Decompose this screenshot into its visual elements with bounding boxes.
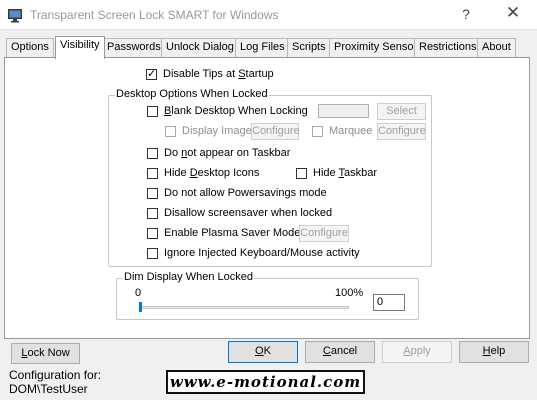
configure-marquee-button[interactable]: Configure — [377, 123, 426, 140]
close-icon[interactable]: ✕ — [503, 3, 523, 23]
dim-display-group: Dim Display When Locked 0 100% 0 — [116, 271, 419, 320]
marquee-label: Marquee — [329, 125, 373, 137]
desktop-options-group: Desktop Options When Locked Blank Deskto… — [108, 88, 432, 267]
not-appear-taskbar-checkbox[interactable]: Do not appear on Taskbar — [147, 147, 290, 159]
hide-desktop-icons-label: Hide Desktop Icons — [164, 167, 260, 179]
help-button[interactable]: Help — [459, 341, 529, 363]
configuration-user: DOM\TestUser — [9, 382, 88, 396]
checkbox-box — [147, 207, 158, 219]
tab-log-files[interactable]: Log Files — [235, 38, 290, 57]
disable-tips-label: Disable Tips at Startup — [163, 68, 274, 80]
watermark-banner: www.e-motional.com — [166, 370, 365, 394]
dim-slider-track[interactable] — [139, 306, 349, 309]
display-image-checkbox[interactable]: Display Image — [165, 125, 252, 137]
configure-image-button[interactable]: Configure — [251, 123, 300, 140]
visibility-tab-panel: ✓ Disable Tips at Startup Desktop Option… — [4, 57, 530, 339]
ok-button[interactable]: OK — [228, 341, 298, 363]
checkbox-box — [147, 167, 158, 179]
lock-now-button[interactable]: Lock Now — [11, 343, 80, 364]
checkbox-box — [296, 167, 307, 179]
checkbox-box — [147, 105, 158, 117]
display-image-label: Display Image — [182, 125, 252, 137]
dim-min-label: 0 — [135, 287, 142, 299]
plasma-saver-checkbox[interactable]: Enable Plasma Saver Mode — [147, 227, 300, 239]
title-bar: Transparent Screen Lock SMART for Window… — [0, 0, 537, 30]
dim-value-input[interactable]: 0 — [373, 294, 405, 311]
tab-proximity-sensor[interactable]: Proximity Sensor — [329, 38, 423, 57]
hide-taskbar-label: Hide Taskbar — [313, 167, 378, 179]
configuration-for-label: Configuration for: — [9, 368, 102, 382]
tab-scripts[interactable]: Scripts — [287, 38, 331, 57]
tab-about[interactable]: About — [477, 38, 516, 57]
hide-taskbar-checkbox[interactable]: Hide Taskbar — [296, 167, 377, 179]
tab-strip: Options Visibility Passwords Unlock Dial… — [4, 36, 533, 59]
dim-display-legend: Dim Display When Locked — [123, 271, 254, 283]
window-title: Transparent Screen Lock SMART for Window… — [30, 8, 279, 22]
apply-button[interactable]: Apply — [382, 341, 452, 363]
checkbox-box — [312, 125, 323, 137]
checkbox-box: ✓ — [146, 67, 157, 80]
ignore-injected-checkbox[interactable]: Ignore Injected Keyboard/Mouse activity — [147, 247, 360, 259]
blank-desktop-label: Blank Desktop When Locking — [164, 105, 308, 117]
dim-max-label: 100% — [335, 287, 364, 299]
select-button[interactable]: Select — [377, 103, 426, 120]
ignore-injected-label: Ignore Injected Keyboard/Mouse activity — [164, 247, 360, 259]
checkbox-box — [147, 227, 158, 239]
not-appear-taskbar-label: Do not appear on Taskbar — [164, 147, 291, 159]
checkbox-box — [147, 147, 158, 159]
configure-plasma-button[interactable]: Configure — [299, 225, 349, 242]
no-powersavings-checkbox[interactable]: Do not allow Powersavings mode — [147, 187, 327, 199]
dim-slider-thumb[interactable] — [139, 302, 142, 312]
tab-restrictions[interactable]: Restrictions — [414, 38, 482, 57]
disable-tips-checkbox[interactable]: ✓ Disable Tips at Startup — [146, 68, 274, 80]
blank-color-swatch — [318, 104, 369, 118]
no-powersavings-label: Do not allow Powersavings mode — [164, 187, 327, 199]
tab-unlock-dialog[interactable]: Unlock Dialog — [161, 38, 239, 57]
blank-desktop-checkbox[interactable]: Blank Desktop When Locking — [147, 105, 308, 117]
marquee-checkbox[interactable]: Marquee — [312, 125, 372, 137]
cancel-button[interactable]: Cancel — [305, 341, 375, 363]
help-question-icon[interactable]: ? — [456, 6, 476, 22]
checkmark-icon: ✓ — [147, 67, 157, 80]
desktop-options-legend: Desktop Options When Locked — [115, 88, 269, 100]
plasma-saver-label: Enable Plasma Saver Mode — [164, 227, 301, 239]
tab-passwords[interactable]: Passwords — [102, 38, 166, 57]
hide-desktop-icons-checkbox[interactable]: Hide Desktop Icons — [147, 167, 259, 179]
tab-options[interactable]: Options — [6, 38, 54, 57]
checkbox-box — [165, 125, 176, 137]
checkbox-box — [147, 247, 158, 259]
tab-visibility[interactable]: Visibility — [55, 36, 105, 59]
app-monitor-icon — [8, 9, 22, 23]
checkbox-box — [147, 187, 158, 199]
disallow-screensaver-label: Disallow screensaver when locked — [164, 207, 333, 219]
disallow-screensaver-checkbox[interactable]: Disallow screensaver when locked — [147, 207, 332, 219]
